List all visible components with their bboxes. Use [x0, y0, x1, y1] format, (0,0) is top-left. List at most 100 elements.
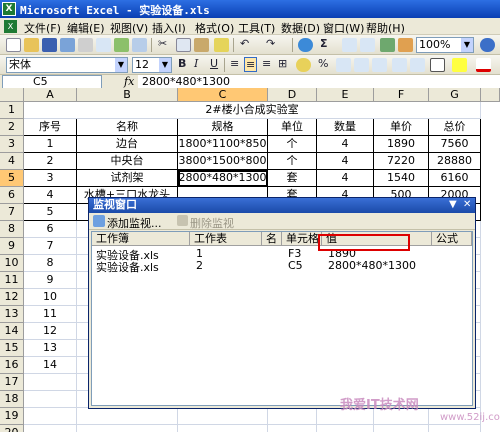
table-cell[interactable]: [268, 408, 317, 425]
table-cell[interactable]: 13: [24, 340, 77, 357]
redo-icon[interactable]: ↷: [266, 37, 275, 50]
insert-function-icon[interactable]: fx: [124, 75, 134, 88]
print-preview-icon[interactable]: [96, 38, 111, 52]
table-cell[interactable]: [429, 425, 481, 432]
underline-icon[interactable]: U: [210, 57, 218, 70]
chevron-down-icon[interactable]: ▼: [461, 38, 473, 52]
table-cell[interactable]: 2: [24, 153, 77, 170]
selected-cell[interactable]: 2800*480*1300: [178, 170, 268, 187]
delete-watch-button[interactable]: 删除监视: [190, 215, 234, 231]
merge-center-icon[interactable]: ⊞: [278, 57, 287, 70]
header-cell[interactable]: 数量: [317, 119, 374, 136]
research-icon[interactable]: [132, 38, 147, 52]
column-header-e[interactable]: E: [317, 88, 374, 102]
comma-style-icon[interactable]: [336, 58, 351, 72]
table-cell[interactable]: 试剂架: [77, 170, 178, 187]
table-cell[interactable]: [178, 408, 268, 425]
open-icon[interactable]: [24, 38, 39, 52]
table-cell[interactable]: [24, 374, 77, 391]
decrease-indent-icon[interactable]: [392, 58, 407, 72]
table-cell[interactable]: 3: [24, 170, 77, 187]
table-cell[interactable]: 6160: [429, 170, 481, 187]
menu-view[interactable]: 视图(V): [110, 20, 148, 36]
table-cell[interactable]: 9: [24, 272, 77, 289]
table-cell[interactable]: [77, 408, 178, 425]
new-icon[interactable]: [6, 38, 21, 52]
row-header[interactable]: 12: [0, 289, 24, 306]
table-cell[interactable]: 12: [24, 323, 77, 340]
menu-format[interactable]: 格式(O): [195, 20, 234, 36]
copy-icon[interactable]: [176, 38, 191, 52]
sort-descending-icon[interactable]: [360, 38, 375, 52]
table-cell[interactable]: 1800*1100*850: [178, 136, 268, 153]
header-cell[interactable]: 名称: [77, 119, 178, 136]
row-header[interactable]: 4: [0, 153, 24, 170]
table-cell[interactable]: 7220: [374, 153, 429, 170]
table-cell[interactable]: 个: [268, 136, 317, 153]
row-header[interactable]: 6: [0, 187, 24, 204]
chart-wizard-icon[interactable]: [380, 38, 395, 52]
table-cell[interactable]: 7: [24, 238, 77, 255]
format-painter-icon[interactable]: [214, 38, 229, 52]
increase-decimal-icon[interactable]: [354, 58, 369, 72]
table-cell[interactable]: 套: [268, 170, 317, 187]
formula-input[interactable]: 2800*480*1300: [138, 75, 500, 89]
row-header[interactable]: 8: [0, 221, 24, 238]
row-header[interactable]: 13: [0, 306, 24, 323]
save-icon[interactable]: [42, 38, 57, 52]
row-header[interactable]: 18: [0, 391, 24, 408]
align-left-icon[interactable]: ≡: [230, 57, 239, 70]
row-header[interactable]: 16: [0, 357, 24, 374]
table-cell[interactable]: [24, 408, 77, 425]
table-cell[interactable]: 5: [24, 204, 77, 221]
table-cell[interactable]: 1890: [374, 136, 429, 153]
undo-icon[interactable]: ↶: [240, 37, 249, 50]
row-header[interactable]: 17: [0, 374, 24, 391]
table-cell[interactable]: 8: [24, 255, 77, 272]
zoom-select[interactable]: 100% ▼: [416, 37, 474, 53]
row-header[interactable]: 20: [0, 425, 24, 432]
table-cell[interactable]: [24, 391, 77, 408]
menu-insert[interactable]: 插入(I): [152, 20, 186, 36]
fill-color-icon[interactable]: [452, 58, 467, 72]
select-all-corner[interactable]: [0, 88, 24, 102]
font-color-icon[interactable]: [476, 58, 491, 72]
menu-help[interactable]: 帮助(H): [366, 20, 405, 36]
menu-tools[interactable]: 工具(T): [238, 20, 275, 36]
name-box[interactable]: C5: [2, 75, 102, 89]
column-header-workbook[interactable]: 工作簿: [92, 232, 190, 246]
watch-list[interactable]: 工作簿 工作表 名 单元格 值 公式 实验设备.xls 1 F3 1890 实验…: [91, 231, 473, 406]
currency-icon[interactable]: [296, 58, 311, 72]
column-header-a[interactable]: A: [24, 88, 77, 102]
chevron-down-icon[interactable]: ▼: [115, 58, 127, 72]
row-header[interactable]: 11: [0, 272, 24, 289]
table-cell[interactable]: 4: [317, 153, 374, 170]
paste-icon[interactable]: [194, 38, 209, 52]
row-header[interactable]: 7: [0, 204, 24, 221]
help-icon[interactable]: [480, 38, 495, 52]
row-header[interactable]: 19: [0, 408, 24, 425]
table-cell[interactable]: 10: [24, 289, 77, 306]
column-header-sheet[interactable]: 工作表: [190, 232, 262, 246]
table-cell[interactable]: [268, 425, 317, 432]
table-cell[interactable]: 边台: [77, 136, 178, 153]
row-header[interactable]: 3: [0, 136, 24, 153]
sort-ascending-icon[interactable]: [342, 38, 357, 52]
close-icon[interactable]: ✕: [463, 199, 471, 210]
table-cell[interactable]: 28880: [429, 153, 481, 170]
sheet-title-cell[interactable]: 2#楼小合成实验室: [24, 102, 481, 119]
table-cell[interactable]: [178, 425, 268, 432]
percent-style-icon[interactable]: %: [318, 57, 328, 70]
row-header[interactable]: 14: [0, 323, 24, 340]
table-cell[interactable]: 3800*1500*800: [178, 153, 268, 170]
column-header-cell[interactable]: 单元格: [282, 232, 322, 246]
menu-window[interactable]: 窗口(W): [323, 20, 364, 36]
table-cell[interactable]: [317, 425, 374, 432]
column-header-c[interactable]: C: [178, 88, 268, 102]
watch-window-titlebar[interactable]: 监视窗口: [89, 198, 475, 213]
italic-icon[interactable]: I: [194, 57, 198, 70]
row-header[interactable]: 15: [0, 340, 24, 357]
row-header[interactable]: 10: [0, 255, 24, 272]
row-header[interactable]: 9: [0, 238, 24, 255]
column-header-f[interactable]: F: [374, 88, 429, 102]
